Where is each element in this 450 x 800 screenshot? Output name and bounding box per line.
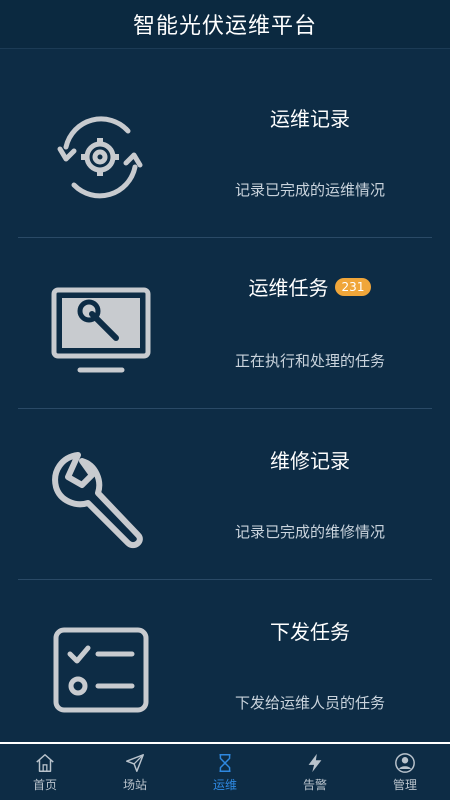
checklist-icon [53, 627, 149, 713]
tab-maintenance[interactable]: 运维 [180, 744, 270, 800]
send-icon [126, 753, 144, 772]
lightning-icon [308, 753, 322, 772]
settings-refresh-icon [57, 116, 143, 199]
menu-item-desc: 记录已完成的运维情况 [234, 181, 385, 199]
home-icon [36, 753, 54, 772]
app-header: 智能光伏运维平台 [0, 0, 450, 49]
tab-stations[interactable]: 场站 [90, 744, 180, 800]
monitor-wrench-icon [51, 287, 151, 373]
menu-item-repair-records[interactable]: 维修记录 记录已完成的维修情况 [0, 409, 450, 580]
user-icon [395, 752, 415, 773]
menu-item-maintenance-records[interactable]: 运维记录 记录已完成的运维情况 [0, 67, 450, 238]
tab-label: 运维 [212, 777, 237, 792]
menu-item-title: 维修记录 [270, 449, 350, 473]
tab-label: 场站 [122, 777, 147, 792]
tab-management[interactable]: 管理 [360, 744, 450, 800]
tab-label: 首页 [32, 777, 57, 792]
menu-item-dispatch-tasks[interactable]: 下发任务 下发给运维人员的任务 [0, 580, 450, 751]
task-count-badge: 231 [334, 277, 372, 296]
page-title: 智能光伏运维平台 [132, 14, 317, 39]
menu-item-desc: 记录已完成的维修情况 [234, 523, 385, 541]
menu-item-desc: 正在执行和处理的任务 [234, 352, 385, 370]
tab-home[interactable]: 首页 [0, 744, 90, 800]
bottom-tab-bar: 首页 场站 运维 告警 管理 [0, 744, 450, 800]
tab-alarms[interactable]: 告警 [270, 744, 360, 800]
menu-item-title-row: 运维任务 231 [160, 272, 450, 301]
menu-item-title: 下发任务 [270, 620, 350, 644]
menu-item-title: 运维任务 [248, 276, 329, 300]
wrench-icon [52, 452, 143, 549]
menu-item-desc: 下发给运维人员的任务 [234, 694, 385, 712]
menu-list: 运维记录 记录已完成的运维情况 运维任务 231 正在执行和处理的任务 维修记录… [0, 67, 450, 751]
menu-item-title: 运维记录 [270, 107, 350, 131]
tab-label: 管理 [392, 777, 417, 792]
hourglass-icon [219, 753, 231, 772]
menu-item-maintenance-tasks[interactable]: 运维任务 231 正在执行和处理的任务 [0, 238, 450, 409]
tab-label: 告警 [302, 777, 327, 792]
